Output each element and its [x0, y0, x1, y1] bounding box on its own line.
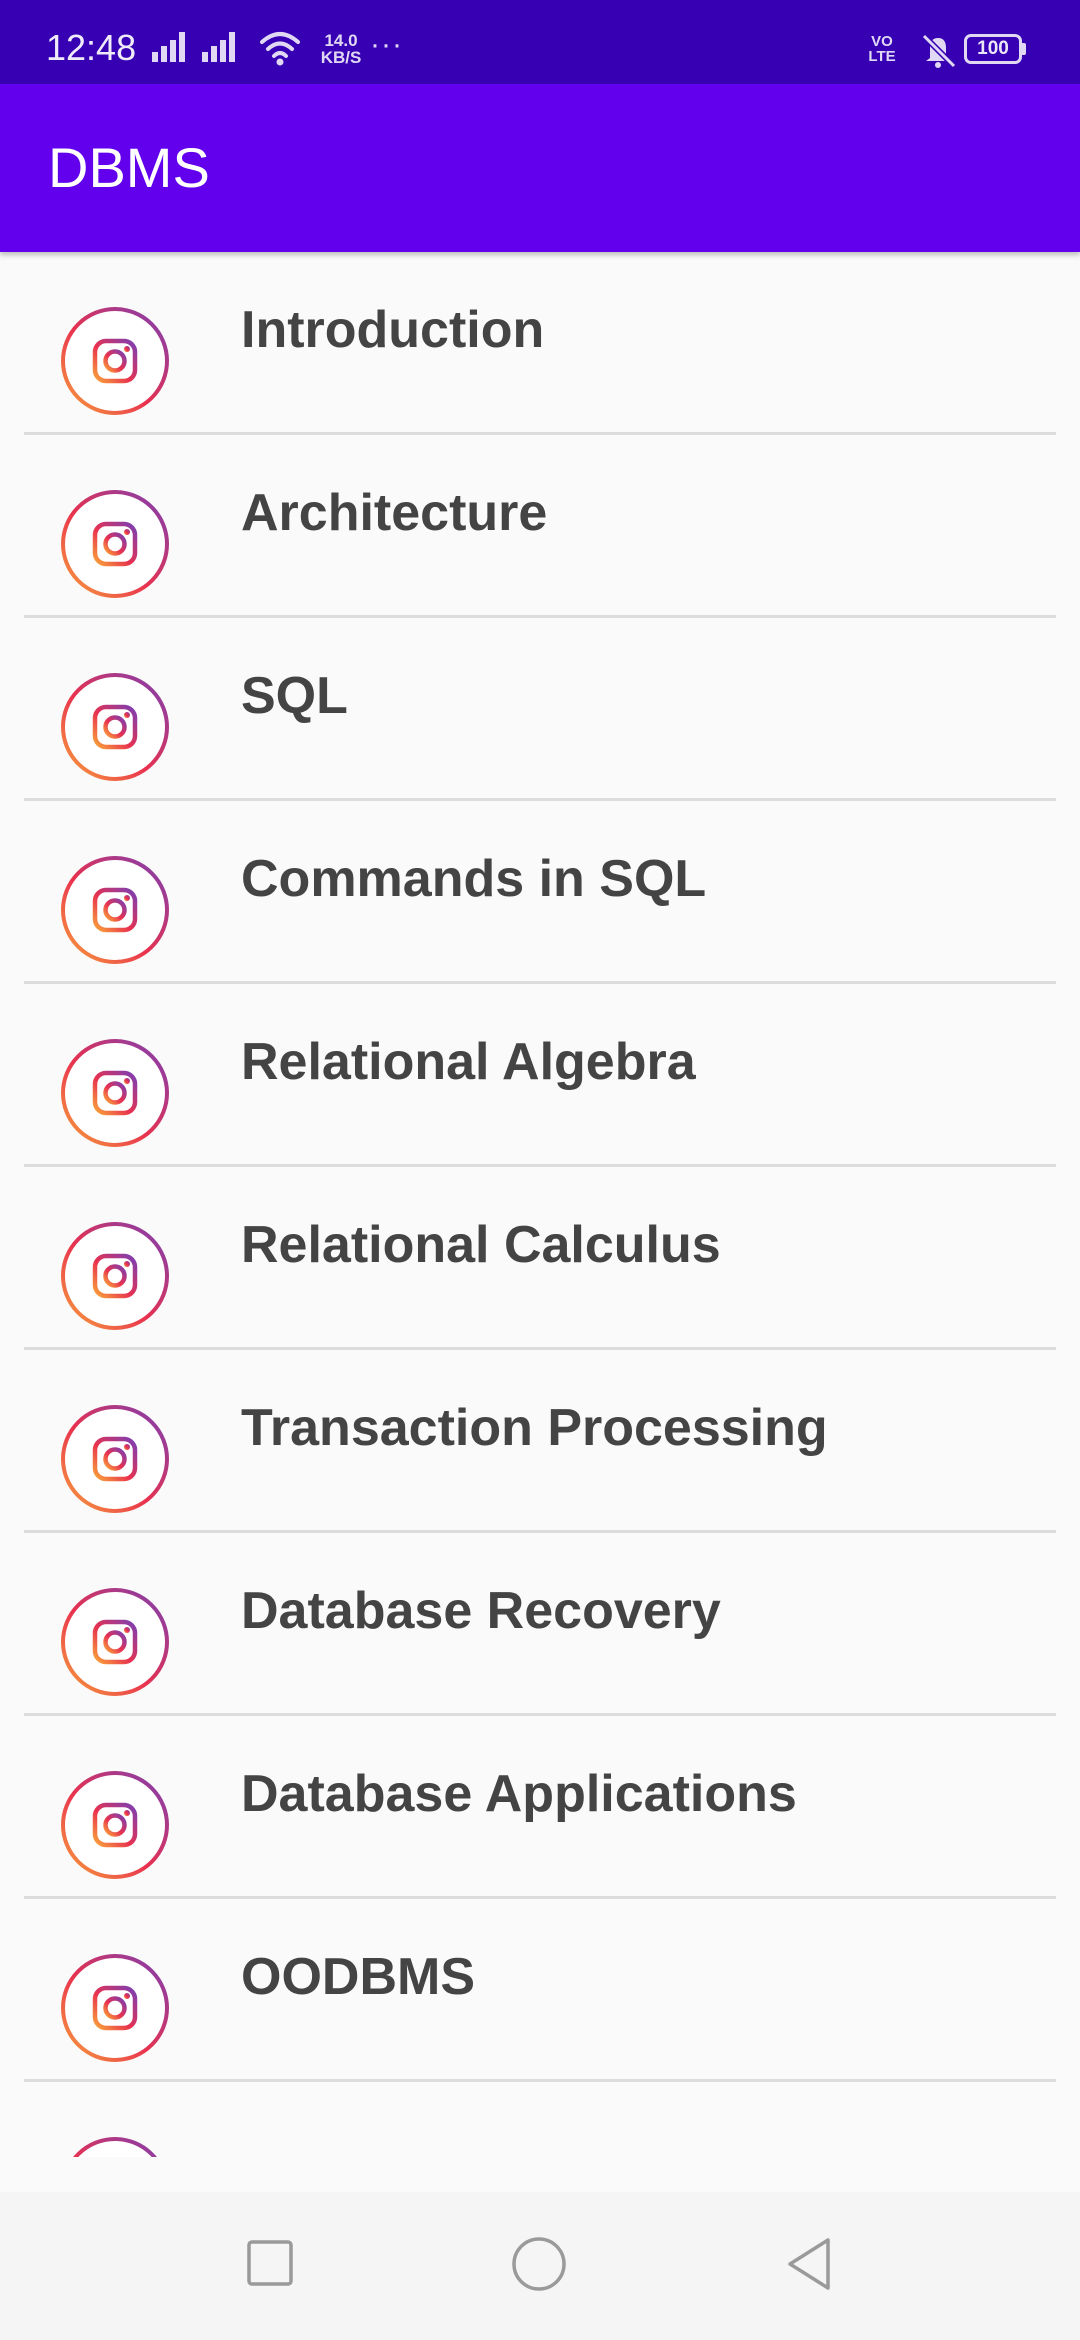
instagram-icon — [61, 1588, 169, 1696]
page-title: DBMS — [48, 136, 210, 199]
list-item[interactable]: Relational Algebra — [24, 984, 1056, 1167]
list-item[interactable]: Database Recovery — [24, 1533, 1056, 1716]
list-item[interactable]: SQL — [24, 618, 1056, 801]
instagram-icon — [73, 2137, 157, 2157]
volte-top: VO — [871, 33, 893, 50]
volte-bottom: LTE — [868, 48, 896, 65]
list-item[interactable]: Introduction — [24, 252, 1056, 435]
signal-icon — [202, 32, 235, 62]
screen: 12:48 14.0 KB/S ··· VO LTE 100 DBMS Intr… — [0, 0, 1080, 2340]
list-item-label: Architecture — [241, 484, 548, 542]
instagram-icon — [61, 1405, 169, 1513]
list-item[interactable] — [24, 2082, 1056, 2157]
battery-icon: 100 — [964, 34, 1022, 64]
status-bar: 12:48 14.0 KB/S ··· VO LTE 100 — [0, 0, 1080, 84]
back-icon[interactable] — [782, 2236, 836, 2294]
wifi-icon — [260, 32, 300, 66]
list-item[interactable]: Database Applications — [24, 1716, 1056, 1899]
list-item-label: Relational Calculus — [241, 1216, 721, 1274]
battery-tip — [1022, 43, 1026, 55]
volte-icon: VO LTE — [860, 34, 904, 64]
list-item-label: SQL — [241, 667, 348, 725]
home-icon[interactable] — [510, 2236, 568, 2294]
list-item-label: Transaction Processing — [241, 1399, 828, 1457]
net-speed: 14.0 KB/S — [313, 32, 369, 66]
instagram-icon — [61, 673, 169, 781]
list-item[interactable]: OODBMS — [24, 1899, 1056, 2082]
status-right-icons: VO LTE 100 — [860, 30, 1050, 70]
app-bar: DBMS — [0, 84, 1080, 252]
recents-icon[interactable] — [244, 2236, 298, 2290]
instagram-icon — [61, 307, 169, 415]
navigation-bar — [0, 2192, 1080, 2340]
instagram-icon — [61, 1954, 169, 2062]
instagram-icon — [61, 856, 169, 964]
list-item-label: Database Applications — [241, 1765, 797, 1823]
mute-icon — [921, 33, 957, 69]
list-item-label: Relational Algebra — [241, 1033, 696, 1091]
list-item-label: Commands in SQL — [241, 850, 707, 908]
overflow-dots: ··· — [370, 28, 403, 61]
list-item-label: OODBMS — [241, 1948, 475, 2006]
list-item-label: Database Recovery — [241, 1582, 721, 1640]
list-item-label: Introduction — [241, 301, 545, 359]
instagram-icon — [61, 490, 169, 598]
instagram-icon — [61, 1771, 169, 1879]
list-item[interactable]: Architecture — [24, 435, 1056, 618]
net-speed-unit: KB/S — [320, 48, 362, 67]
signal-icon — [152, 32, 185, 62]
instagram-icon — [61, 1039, 169, 1147]
net-speed-value: 14.0 — [324, 31, 358, 50]
list-item[interactable]: Relational Calculus — [24, 1167, 1056, 1350]
instagram-icon — [61, 1222, 169, 1330]
list-item[interactable]: Transaction Processing — [24, 1350, 1056, 1533]
status-time: 12:48 — [46, 27, 137, 68]
list-item[interactable]: Commands in SQL — [24, 801, 1056, 984]
topic-list[interactable]: Introduction Architecture SQL Commands in S… — [0, 252, 1080, 2157]
